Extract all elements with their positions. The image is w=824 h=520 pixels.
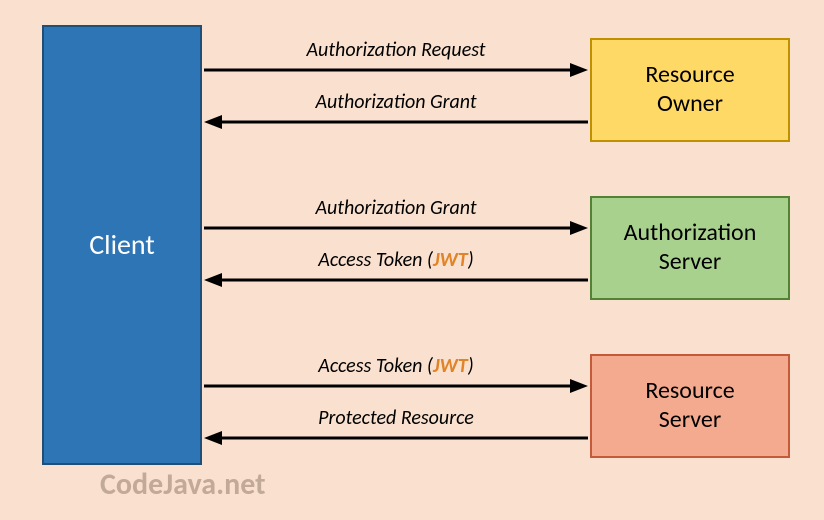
- arrow-label-auth-grant-back: Authorization Grant: [204, 90, 588, 114]
- resource-owner-box: Resource Owner: [590, 38, 790, 142]
- client-label: Client: [89, 228, 155, 262]
- access-token-forward-prefix: Access Token (: [318, 354, 433, 378]
- access-token-back-suffix: ): [468, 248, 474, 272]
- arrow-label-auth-request: Authorization Request: [204, 38, 588, 62]
- access-token-back-prefix: Access Token (: [318, 248, 433, 272]
- arrow-label-auth-grant-forward: Authorization Grant: [204, 196, 588, 220]
- client-box: Client: [42, 25, 202, 465]
- access-token-forward-jwt: JWT: [433, 354, 468, 378]
- resource-owner-label: Resource Owner: [645, 61, 734, 119]
- arrow-auth-grant-forward: [204, 218, 588, 238]
- arrow-label-protected-resource: Protected Resource: [204, 406, 588, 430]
- resource-server-label: Resource Server: [645, 377, 734, 435]
- authorization-server-box: Authorization Server: [590, 196, 790, 300]
- arrow-label-access-token-back: Access Token (JWT): [204, 248, 588, 272]
- arrow-protected-resource: [204, 428, 588, 448]
- authorization-server-label: Authorization Server: [624, 219, 757, 277]
- arrow-access-token-forward: [204, 376, 588, 396]
- arrow-auth-grant-back: [204, 112, 588, 132]
- resource-server-box: Resource Server: [590, 354, 790, 458]
- watermark-text: CodeJava.net: [100, 466, 266, 503]
- access-token-back-jwt: JWT: [433, 248, 468, 272]
- arrow-label-access-token-forward: Access Token (JWT): [204, 354, 588, 378]
- arrow-access-token-back: [204, 270, 588, 290]
- arrow-auth-request: [204, 60, 588, 80]
- access-token-forward-suffix: ): [468, 354, 474, 378]
- oauth-flow-diagram: Client Resource Owner Authorization Serv…: [0, 0, 824, 520]
